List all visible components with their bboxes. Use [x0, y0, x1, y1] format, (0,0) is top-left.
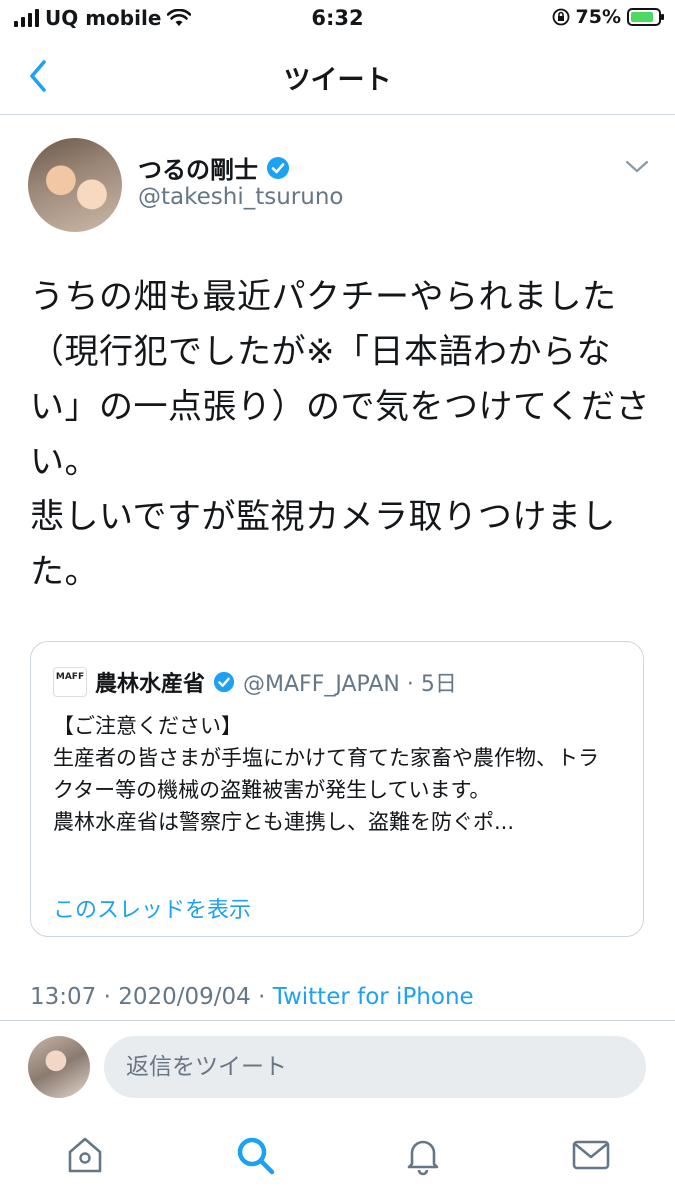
battery-info: 75% [552, 6, 664, 28]
home-icon[interactable] [62, 1132, 108, 1178]
rotation-lock-icon [552, 8, 569, 26]
current-user-avatar [28, 1036, 90, 1098]
tweet-meta: 13:07 · 2020/09/04 · Twitter for iPhone [30, 984, 474, 1010]
verified-badge-icon [213, 671, 235, 693]
status-bar: UQ mobile 6:32 75% [0, 0, 675, 38]
quoted-tweet-header: MAFF 農林水産省 @MAFF_JAPAN · 5日 [53, 666, 457, 698]
tweet-timestamp: 13:07 · 2020/09/04 · [30, 984, 273, 1010]
author-avatar[interactable] [28, 138, 122, 232]
tab-bar [0, 1116, 675, 1200]
chevron-down-icon[interactable] [624, 156, 650, 176]
divider [0, 1020, 675, 1021]
quoted-tweet-text: 【ご注意ください】 生産者の皆さまが手塩にかけて育てた家畜や農作物、トラクター等… [53, 714, 599, 834]
maff-logo: MAFF [53, 667, 87, 697]
battery-percent: 75% [575, 6, 621, 28]
page-title: ツイート [283, 65, 392, 96]
messages-icon[interactable] [568, 1132, 614, 1178]
author-name-row[interactable]: つるの剛士 [138, 150, 290, 185]
reply-input[interactable]: 返信をツイート [104, 1036, 646, 1098]
battery-icon [627, 8, 664, 26]
verified-badge-icon [267, 156, 289, 179]
show-thread-link[interactable]: このスレッドを表示 [53, 892, 251, 924]
author-name[interactable]: つるの剛士 [138, 150, 258, 185]
notifications-icon[interactable] [400, 1132, 446, 1178]
quoted-author-handle: @MAFF_JAPAN · 5日 [243, 672, 457, 697]
author-handle[interactable]: @takeshi_tsuruno [138, 184, 343, 210]
search-icon[interactable] [232, 1132, 278, 1178]
quoted-author-name: 農林水産省 [95, 672, 206, 697]
navigation-bar: ツイート [0, 38, 675, 115]
tweet-text: うちの畑も最近パクチーやられました（現行犯でしたが※「日本語わからない」の一点張… [30, 277, 650, 592]
tweet-source-link[interactable]: Twitter for iPhone [273, 984, 474, 1010]
quoted-tweet-card[interactable]: MAFF 農林水産省 @MAFF_JAPAN · 5日 【ご注意ください】 生産… [30, 641, 644, 937]
